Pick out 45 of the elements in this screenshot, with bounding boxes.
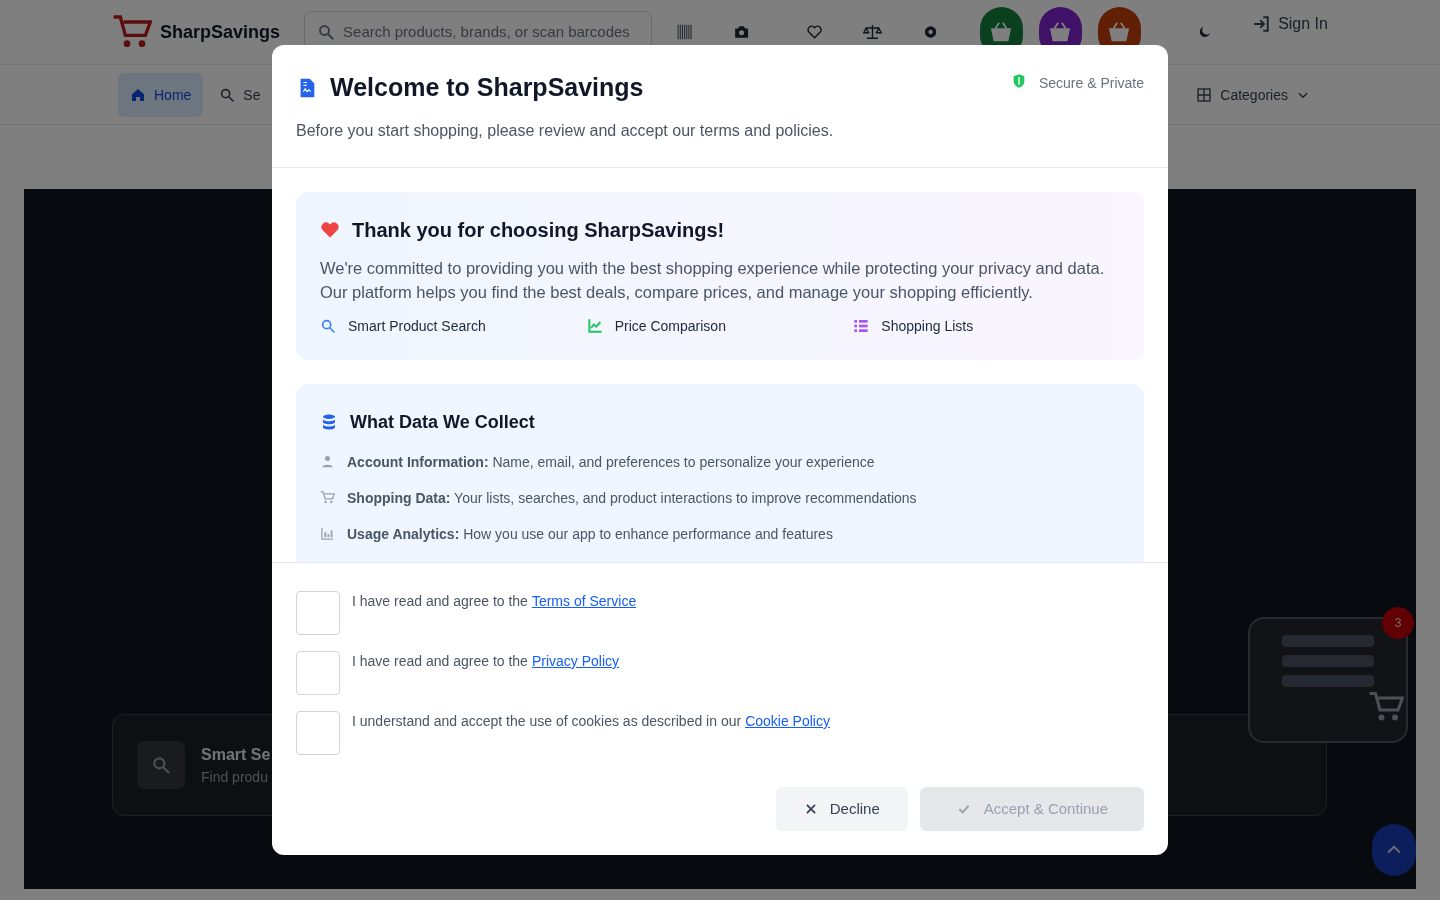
panel-title: What Data We Collect	[350, 410, 535, 434]
search-icon	[219, 86, 236, 103]
card-title: Smart Se	[201, 745, 271, 765]
secure-label: Secure & Private	[1038, 74, 1144, 93]
home-icon	[130, 86, 146, 103]
checkbox[interactable]	[296, 591, 340, 635]
dialog-title: Welcome to SharpSavings	[330, 72, 644, 103]
dialog-subtitle: Before you start shopping, please review and accept our terms and policies.	[296, 120, 835, 141]
agreement-text: I understand and accept the use of cookies as described in our	[352, 712, 742, 731]
barcode-icon[interactable]	[675, 22, 694, 42]
logo-text: SharpSavings	[160, 21, 281, 44]
checkbox[interactable]	[296, 711, 340, 755]
feature-label: Shopping Lists	[881, 316, 974, 336]
search-icon	[151, 755, 171, 775]
heart-icon[interactable]	[806, 22, 824, 42]
card-subtitle: Find produ	[201, 768, 269, 787]
grid-icon	[1196, 86, 1213, 103]
sign-in-icon	[1252, 15, 1271, 33]
agreement-text: I have read and agree to the	[352, 592, 528, 611]
data-item-text: Shopping Data: Your lists, searches, and product interactions to improve recommendations	[347, 488, 917, 508]
decline-button[interactable]: Decline	[775, 787, 908, 831]
sign-in-button[interactable]: Sign In	[1252, 12, 1328, 36]
search-icon	[317, 23, 336, 41]
agreement-text: I have read and agree to the	[352, 652, 528, 671]
feature-label: Smart Product Search	[348, 316, 486, 336]
feature-label: Price Comparison	[614, 316, 726, 336]
data-item-text: Account Information: Name, email, and preferences to personalize your experience	[347, 452, 875, 472]
nav-tab[interactable]: Home	[118, 72, 204, 117]
cart-icon	[320, 490, 335, 505]
close-icon	[803, 802, 818, 816]
heart-icon	[320, 219, 340, 240]
basket-icon	[990, 21, 1013, 43]
categories-dropdown[interactable]: Categories	[1196, 84, 1310, 105]
policy-link[interactable]: Cookie Policy	[745, 711, 830, 731]
database-icon	[320, 412, 338, 431]
nav-tab[interactable]: Se	[215, 72, 265, 117]
policy-link[interactable]: Terms of Service	[531, 591, 637, 611]
person-icon	[320, 454, 335, 469]
panel-text: We're committed to providing you with the best shopping experience while protecting your privacy and data. Our platform helps you find the best deals, compare prices, and manage your shopping efficiently.	[320, 257, 1106, 303]
panel-title: Thank you for choosing SharpSavings!	[352, 217, 725, 243]
bar-chart-icon	[320, 526, 335, 541]
checkbox[interactable]	[296, 651, 340, 695]
data-item-text: Usage Analytics: How you use our app to enhance performance and features	[347, 524, 833, 544]
count-badge: 3	[1382, 607, 1414, 639]
policy-link[interactable]: Privacy Policy	[531, 651, 620, 671]
